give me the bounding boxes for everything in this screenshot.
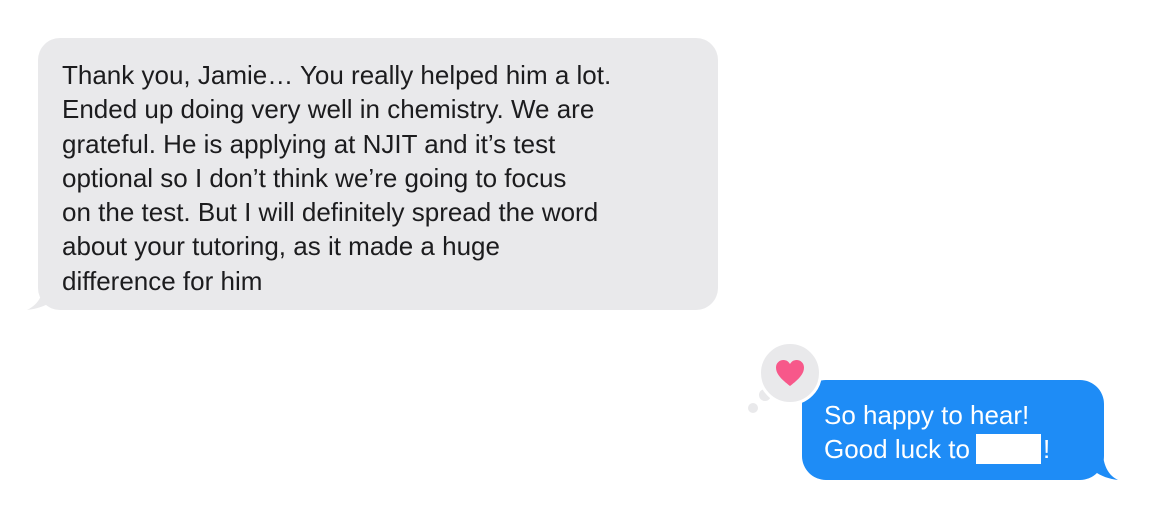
tapback-tail-small-dot [748,403,758,413]
outgoing-message-line-2: Good luck to! [824,432,1082,466]
incoming-message-line: on the test. But I will definitely sprea… [62,197,599,228]
outgoing-message-bubble[interactable]: So happy to hear! Good luck to! [802,380,1104,480]
incoming-message-bubble[interactable]: Thank you, Jamie… You really helped him … [38,38,718,310]
incoming-message-line: about your tutoring, as it made a huge [62,231,500,262]
tapback-reaction[interactable] [758,341,822,405]
incoming-message-line: difference for him [62,265,263,296]
outgoing-message-text: Good luck to [824,434,970,464]
outgoing-message-line-1: So happy to hear! [824,400,1030,430]
incoming-message-line: Ended up doing very well in chemistry. W… [62,94,595,125]
incoming-message-line: grateful. He is applying at NJIT and it’… [62,128,556,159]
message-thread: Thank you, Jamie… You really helped him … [0,0,1164,525]
incoming-message-line: Thank you, Jamie… You really helped him … [62,60,612,90]
incoming-message-line: optional so I don’t think we’re going to… [62,162,567,193]
heart-icon [776,360,804,386]
outgoing-message-punctuation: ! [1042,434,1051,464]
redacted-name-box [975,434,1041,464]
